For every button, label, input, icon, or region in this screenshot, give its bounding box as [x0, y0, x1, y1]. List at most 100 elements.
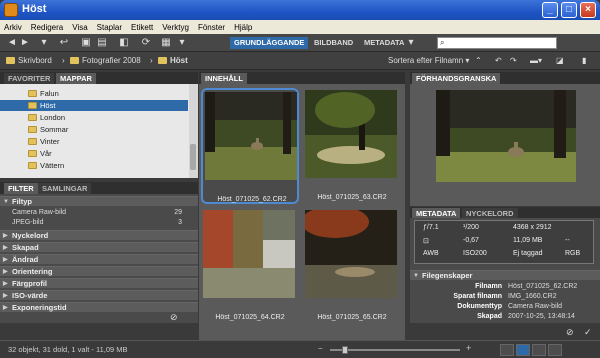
workspace-metadata[interactable]: METADATA — [360, 37, 408, 49]
workspace-bildband[interactable]: BILDBAND — [310, 37, 357, 49]
filter-category[interactable]: ▶ ISO-värde — [0, 290, 198, 300]
folder-icon — [70, 57, 79, 64]
folder-item[interactable]: Falun — [0, 88, 188, 99]
folder-icon — [28, 126, 37, 133]
thumbnail-view-icon[interactable] — [516, 344, 530, 356]
tab-filter[interactable]: FILTER — [4, 183, 38, 194]
thumbnail-cell[interactable]: Höst_071025_64.CR2 — [201, 208, 299, 324]
output-dropdown-icon[interactable]: ▾ — [176, 37, 188, 49]
zoom-out-icon[interactable]: − — [318, 344, 323, 353]
menu-fonster[interactable]: Fönster — [198, 23, 225, 32]
refine-icon[interactable]: ▤ — [96, 37, 108, 49]
breadcrumb-skrivbord[interactable]: Skrivbord — [6, 56, 52, 65]
filter-category[interactable]: ▶ Skapad — [0, 242, 198, 252]
folder-item[interactable]: Vår — [0, 148, 188, 159]
metadata-row: Skapad 2007-10-25, 13:48:14 — [477, 313, 575, 320]
collapsed-icon: ▶ — [3, 245, 8, 251]
minimize-button[interactable]: _ — [542, 2, 558, 18]
breadcrumb-fotografier[interactable]: Fotografier 2008 — [70, 56, 141, 65]
cancel-edit-icon[interactable]: ⊘ — [566, 327, 574, 338]
collapsed-icon: ▶ — [3, 293, 8, 299]
preview-image — [436, 90, 576, 182]
workspace-dropdown-icon[interactable]: ▾ — [405, 37, 417, 49]
tab-samlingar[interactable]: SAMLINGAR — [38, 183, 92, 194]
menu-visa[interactable]: Visa — [72, 23, 87, 32]
breadcrumb-host[interactable]: Höst — [158, 56, 188, 65]
delete-icon[interactable]: ▮ — [582, 56, 586, 65]
filter-category-filtyp[interactable]: ▼ Filtyp — [0, 196, 198, 206]
expanded-icon: ▼ — [413, 273, 419, 279]
folders-scrollbar[interactable] — [189, 84, 198, 178]
apply-edit-icon[interactable]: ✓ — [584, 327, 592, 338]
folder-item[interactable]: London — [0, 112, 188, 123]
thumbnail-cell[interactable]: Höst_071025_63.CR2 — [303, 88, 401, 204]
grid-view-icon[interactable] — [500, 344, 514, 356]
tab-mappar[interactable]: MAPPAR — [56, 73, 96, 84]
folder-item[interactable]: Vinter — [0, 136, 188, 147]
filter-category[interactable]: ▶ Färgprofil — [0, 278, 198, 288]
zoom-in-icon[interactable]: + — [466, 343, 471, 353]
filesize-value: 11,09 MB — [513, 237, 543, 244]
thumbnail-label: Höst_071025_64.CR2 — [215, 314, 285, 321]
new-folder-icon[interactable]: ▬▾ — [530, 56, 542, 65]
folder-icon — [28, 162, 37, 169]
rotate-right-icon[interactable]: ↷ — [510, 56, 517, 65]
list-view-icon[interactable] — [548, 344, 562, 356]
open-camera-raw-icon[interactable]: ◧ — [118, 37, 130, 49]
open-recent-icon[interactable]: ◪ — [556, 56, 564, 65]
collapsed-icon: ▶ — [3, 281, 8, 287]
sort-dropdown[interactable]: Sortera efter Filnamn ▾ — [388, 56, 469, 65]
output-icon[interactable]: ▦ — [160, 37, 172, 49]
filegenskaper-header[interactable]: ▼ Filegenskaper — [410, 270, 600, 280]
dimensions-value: 4368 x 2912 — [513, 224, 552, 231]
scroll-thumb[interactable] — [190, 144, 196, 170]
rotate-icon[interactable]: ⟳ — [140, 37, 152, 49]
tab-favoriter[interactable]: FAVORITER — [4, 73, 55, 84]
menu-etikett[interactable]: Etikett — [131, 23, 153, 32]
filter-category[interactable]: ▶ Orientering — [0, 266, 198, 276]
recent-folder-icon[interactable]: ▾ — [38, 37, 50, 49]
maximize-button[interactable]: □ — [561, 2, 577, 18]
back-icon[interactable]: ◄ — [6, 37, 18, 49]
filter-category[interactable]: ▶ Exponeringstid — [0, 302, 198, 312]
folders-panel: Falun Höst London Sommar Vinter Vår Vätt… — [0, 84, 198, 178]
thumbnail-cell[interactable]: Höst_071025_65.CR2 — [303, 208, 401, 324]
toolbar: ◄ ► ▾ ↩ ▣ ▤ ◧ ⟳ ▦ ▾ GRUNDLÄGGANDE BILDBA… — [0, 34, 600, 52]
sort-direction-icon[interactable]: ⌃ — [475, 56, 482, 65]
photo-thumbnail — [305, 90, 397, 178]
clear-filter-icon[interactable]: ⊘ — [170, 312, 178, 323]
filter-item[interactable]: JPEG-bild 3 — [0, 218, 190, 228]
folder-item[interactable]: Höst — [0, 100, 188, 111]
aperture-value: ƒ/7.1 — [423, 224, 439, 231]
filter-category[interactable]: ▶ Ändrad — [0, 254, 198, 264]
content-panel: Höst_071025_62.CR2 Höst_071025_63.CR2 Hö… — [199, 84, 405, 340]
filter-item[interactable]: Camera Raw-bild 29 — [0, 208, 190, 218]
folder-item[interactable]: Sommar — [0, 124, 188, 135]
boomerang-icon[interactable]: ↩ — [58, 37, 70, 49]
thumbnail-size-slider[interactable] — [330, 346, 460, 354]
slider-knob[interactable] — [342, 346, 349, 354]
menu-arkiv[interactable]: Arkiv — [4, 23, 22, 32]
camera-download-icon[interactable]: ▣ — [80, 37, 92, 49]
metadata-row: Filnamn Höst_071025_62.CR2 — [475, 283, 578, 290]
search-input[interactable]: ⌕ — [437, 37, 557, 49]
dpi-value: -- — [565, 237, 570, 244]
left-top-tabstrip: FAVORITER MAPPAR — [0, 72, 198, 84]
rotate-left-icon[interactable]: ↶ — [495, 56, 502, 65]
forward-icon[interactable]: ► — [19, 37, 31, 49]
menu-hjalp[interactable]: Hjälp — [234, 23, 252, 32]
filter-category[interactable]: ▶ Nyckelord — [0, 230, 198, 240]
thumbnail-cell[interactable]: Höst_071025_62.CR2 — [201, 88, 299, 204]
tab-innehall[interactable]: INNEHÅLL — [201, 73, 247, 84]
colormode-value: RGB — [565, 250, 581, 257]
details-view-icon[interactable] — [532, 344, 546, 356]
folder-item[interactable]: Vättern — [0, 160, 188, 171]
collapsed-icon: ▶ — [3, 233, 8, 239]
menu-verktyg[interactable]: Verktyg — [162, 23, 189, 32]
close-button[interactable]: × — [580, 2, 596, 18]
workspace-grundlaggande[interactable]: GRUNDLÄGGANDE — [230, 37, 309, 49]
menu-staplar[interactable]: Staplar — [97, 23, 122, 32]
expanded-icon: ▼ — [3, 199, 9, 205]
tab-forhandsgranska[interactable]: FÖRHANDSGRANSKA — [412, 73, 501, 84]
menu-redigera[interactable]: Redigera — [31, 23, 63, 32]
